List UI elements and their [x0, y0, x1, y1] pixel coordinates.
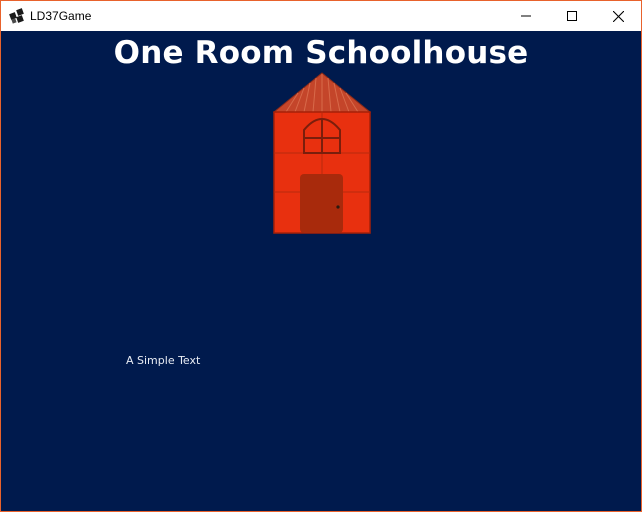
window-pane [303, 118, 341, 154]
app-logo-icon [9, 8, 24, 24]
maximize-button[interactable] [549, 1, 595, 31]
game-title: One Room Schoolhouse [113, 35, 529, 71]
minimize-icon [521, 15, 531, 17]
game-window: LD37Game One Room Schoolhouse A Simple T… [0, 0, 642, 512]
close-button[interactable] [595, 1, 641, 31]
simple-text-label: A Simple Text [126, 354, 201, 367]
schoolhouse-sprite [273, 72, 371, 234]
roof [273, 72, 371, 113]
maximize-icon [567, 11, 577, 21]
title-bar[interactable]: LD37Game [1, 1, 641, 31]
minimize-button[interactable] [503, 1, 549, 31]
door-knob [336, 205, 340, 209]
door [300, 174, 343, 233]
close-icon [612, 10, 624, 22]
game-canvas[interactable]: One Room Schoolhouse A Simple Text [1, 31, 641, 511]
window-title: LD37Game [30, 9, 92, 23]
